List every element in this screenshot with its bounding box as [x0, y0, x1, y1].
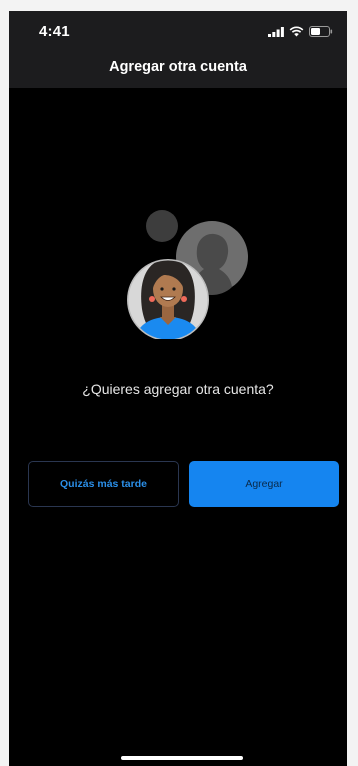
navigation-bar: Agregar otra cuenta [9, 51, 347, 88]
status-icons [268, 25, 333, 37]
app-screen: 4:41 Agregar otra cuenta ¿Quieres agrega… [9, 11, 347, 766]
cellular-signal-icon [268, 26, 284, 37]
maybe-later-button[interactable]: Quizás más tarde [28, 461, 179, 507]
add-account-question: ¿Quieres agregar otra cuenta? [82, 381, 274, 397]
battery-icon [309, 25, 333, 37]
add-button[interactable]: Agregar [189, 461, 339, 507]
home-indicator[interactable] [121, 756, 243, 760]
status-time: 4:41 [39, 23, 70, 40]
status-bar: 4:41 [9, 11, 347, 51]
page-title: Agregar otra cuenta [109, 58, 247, 75]
wifi-icon [289, 26, 304, 36]
avatar-illustration-icon [127, 210, 248, 339]
